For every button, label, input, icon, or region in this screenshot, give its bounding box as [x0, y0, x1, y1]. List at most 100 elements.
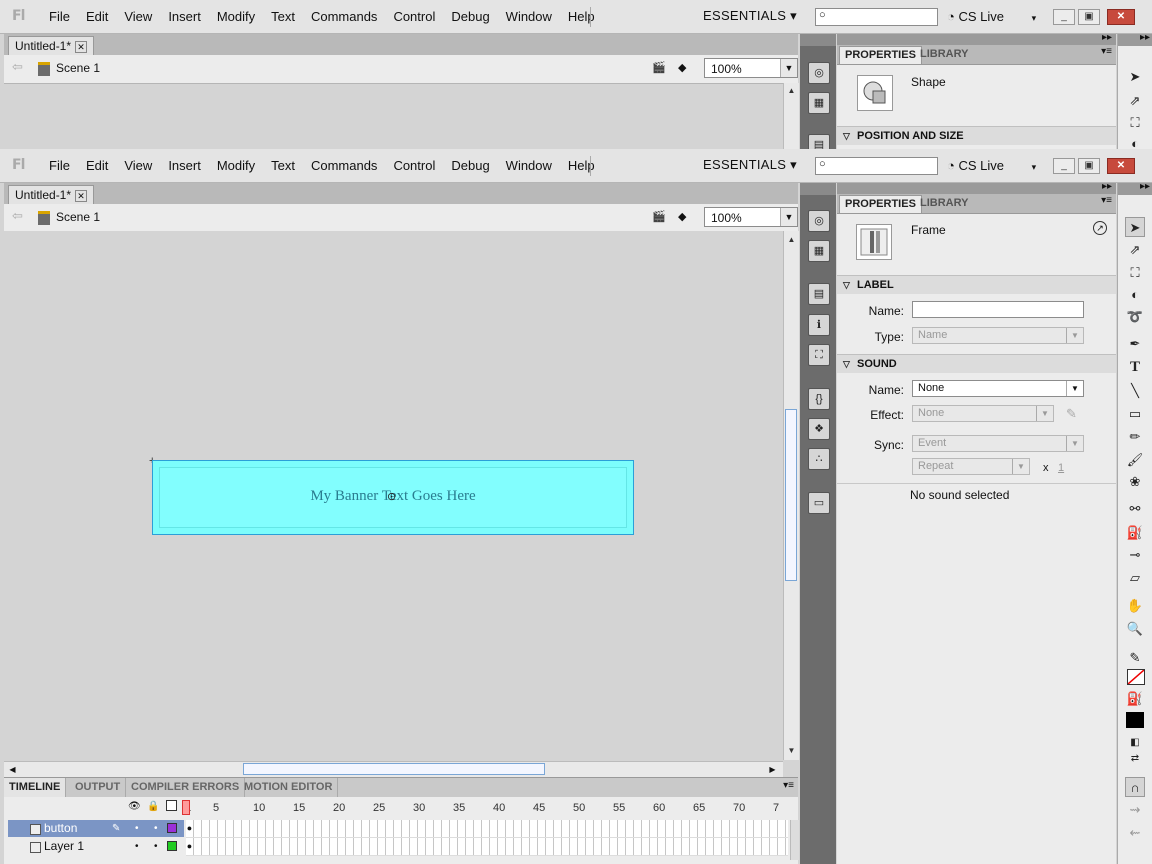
eye-icon[interactable]: 👁	[128, 801, 141, 812]
layer-row-layer-1[interactable]: Layer 1 • •	[8, 838, 184, 855]
restore-button[interactable]: ▣	[1078, 9, 1100, 25]
menu-text[interactable]: Text	[271, 9, 295, 24]
label-section[interactable]: ▽ LABEL	[837, 275, 1116, 294]
eraser-tool-icon[interactable]: ▱	[1125, 568, 1145, 588]
scroll-up-icon[interactable]: ▲	[785, 233, 798, 246]
scene-breadcrumb[interactable]: Scene 1	[38, 61, 100, 76]
smooth-icon[interactable]: ⇝	[1125, 800, 1145, 820]
align-icon[interactable]: ▤	[808, 283, 830, 305]
layer-name[interactable]: button	[44, 820, 77, 837]
visibility-dot[interactable]: •	[135, 838, 139, 855]
free-transform-tool-icon[interactable]: ⛶	[1125, 263, 1145, 283]
document-tab[interactable]: Untitled-1* ✕	[8, 36, 95, 55]
zoom-select[interactable]: 100% ▼	[704, 207, 798, 227]
position-size-section[interactable]: ▽ POSITION AND SIZE	[837, 126, 1116, 145]
lock-dot[interactable]: •	[154, 838, 158, 855]
minimize-button[interactable]: _	[1053, 9, 1075, 25]
minimize-button[interactable]: _	[1053, 158, 1075, 174]
tools-header-strip[interactable]: ▸▸	[1118, 32, 1152, 46]
cs-live-button[interactable]: ◔ CS Live ▾	[947, 149, 1036, 184]
menu-text[interactable]: Text	[271, 158, 295, 173]
subselection-tool-icon[interactable]: ⇗	[1125, 91, 1145, 111]
edit-scene-icon[interactable]: 🎬	[652, 210, 668, 224]
scroll-right-icon[interactable]: ▶	[766, 763, 779, 776]
motion-presets-icon[interactable]: ∴	[808, 448, 830, 470]
vertical-scrollbar[interactable]: ▲ ▼	[783, 231, 799, 760]
scroll-left-icon[interactable]: ◀	[6, 763, 19, 776]
swatches-icon[interactable]: ▦	[808, 240, 830, 262]
sound-section[interactable]: ▽ SOUND	[837, 354, 1116, 373]
horizontal-scrollbar[interactable]: ◀ ▶	[4, 761, 783, 777]
help-search-input[interactable]: ○	[815, 8, 938, 26]
close-button[interactable]: ✕	[1107, 9, 1135, 25]
menu-view[interactable]: View	[124, 158, 152, 173]
sync-select[interactable]: Event ▼	[912, 435, 1084, 452]
menu-debug[interactable]: Debug	[451, 9, 489, 24]
deco-tool-icon[interactable]: ❀	[1125, 472, 1145, 492]
menu-window[interactable]: Window	[506, 158, 552, 173]
repeat-count[interactable]: 1	[1058, 462, 1064, 474]
lock-icon[interactable]: 🔒	[147, 801, 159, 812]
color-panel-icon[interactable]: ◎	[808, 62, 830, 84]
menu-debug[interactable]: Debug	[451, 158, 489, 173]
paint-bucket-tool-icon[interactable]: ⛽	[1125, 523, 1145, 543]
vertical-scrollbar-back[interactable]: ▲	[783, 83, 799, 149]
fill-color-icon[interactable]: ⛽	[1125, 689, 1145, 709]
menu-file[interactable]: File	[49, 9, 70, 24]
playhead[interactable]	[182, 800, 190, 815]
sound-name-select[interactable]: None ▼	[912, 380, 1084, 397]
tools-header-strip[interactable]: ▸▸	[1118, 181, 1152, 195]
panel-collapse-strip[interactable]	[800, 183, 836, 195]
edit-envelope-icon[interactable]: ✎	[1066, 406, 1077, 422]
tab-properties[interactable]: PROPERTIES	[839, 195, 922, 213]
free-transform-tool-icon[interactable]: ⛶	[1125, 113, 1145, 133]
3d-rotation-tool-icon[interactable]: ◐	[1125, 285, 1145, 305]
restore-button[interactable]: ▣	[1078, 158, 1100, 174]
menu-commands[interactable]: Commands	[311, 158, 377, 173]
close-tab-icon[interactable]: ✕	[75, 189, 88, 202]
tab-motion-editor[interactable]: MOTION EDITOR	[239, 778, 339, 797]
edit-scene-icon[interactable]: 🎬	[652, 61, 668, 75]
zoom-select[interactable]: 100% ▼	[704, 58, 798, 78]
selection-tool-icon[interactable]: ➤	[1125, 217, 1145, 237]
close-button[interactable]: ✕	[1107, 158, 1135, 174]
help-link-icon[interactable]: ↗	[1093, 221, 1107, 235]
menu-edit[interactable]: Edit	[86, 158, 108, 173]
menu-window[interactable]: Window	[506, 9, 552, 24]
edit-symbols-icon[interactable]: ◆	[678, 61, 694, 75]
tab-compiler-errors[interactable]: COMPILER ERRORS	[126, 778, 246, 797]
tab-timeline[interactable]: TIMELINE	[4, 778, 67, 797]
scene-breadcrumb[interactable]: Scene 1	[38, 210, 100, 225]
tab-properties[interactable]: PROPERTIES	[839, 46, 922, 64]
help-search-input[interactable]: ○	[815, 157, 938, 175]
layer-name[interactable]: Layer 1	[44, 838, 84, 855]
frame-label-input[interactable]	[912, 301, 1084, 318]
menu-modify[interactable]: Modify	[217, 158, 255, 173]
back-arrow-icon[interactable]: ⇦	[12, 59, 23, 75]
menu-control[interactable]: Control	[393, 9, 435, 24]
menu-insert[interactable]: Insert	[168, 9, 201, 24]
snap-to-objects-icon[interactable]: ∩	[1125, 777, 1145, 797]
components-icon[interactable]: ❖	[808, 418, 830, 440]
keyframe-icon[interactable]: ●	[186, 823, 193, 834]
line-tool-icon[interactable]: ╲	[1125, 381, 1145, 401]
visibility-dot[interactable]: •	[135, 820, 139, 837]
stroke-color-icon[interactable]: ✎	[1125, 648, 1145, 668]
tab-library[interactable]: LIBRARY	[915, 46, 973, 63]
workspace-switcher[interactable]: ESSENTIALS ▾	[703, 149, 797, 181]
panel-collapse-strip[interactable]	[800, 34, 836, 46]
rectangle-tool-icon[interactable]: ▭	[1125, 404, 1145, 424]
horizontal-scroll-thumb[interactable]	[243, 763, 545, 775]
project-icon[interactable]: ▭	[808, 492, 830, 514]
bone-tool-icon[interactable]: ⚯	[1125, 499, 1145, 519]
color-panel-icon[interactable]: ◎	[808, 210, 830, 232]
panel-menu-icon[interactable]: ▾≡	[783, 780, 794, 791]
back-arrow-icon[interactable]: ⇦	[12, 208, 23, 224]
straighten-icon[interactable]: ⇜	[1125, 823, 1145, 843]
hand-tool-icon[interactable]: ✋	[1125, 596, 1145, 616]
scroll-down-icon[interactable]: ▼	[785, 744, 798, 757]
text-tool-icon[interactable]: T	[1125, 357, 1145, 377]
pen-tool-icon[interactable]: ✒	[1125, 334, 1145, 354]
zoom-tool-icon[interactable]: 🔍	[1125, 619, 1145, 639]
menu-edit[interactable]: Edit	[86, 9, 108, 24]
